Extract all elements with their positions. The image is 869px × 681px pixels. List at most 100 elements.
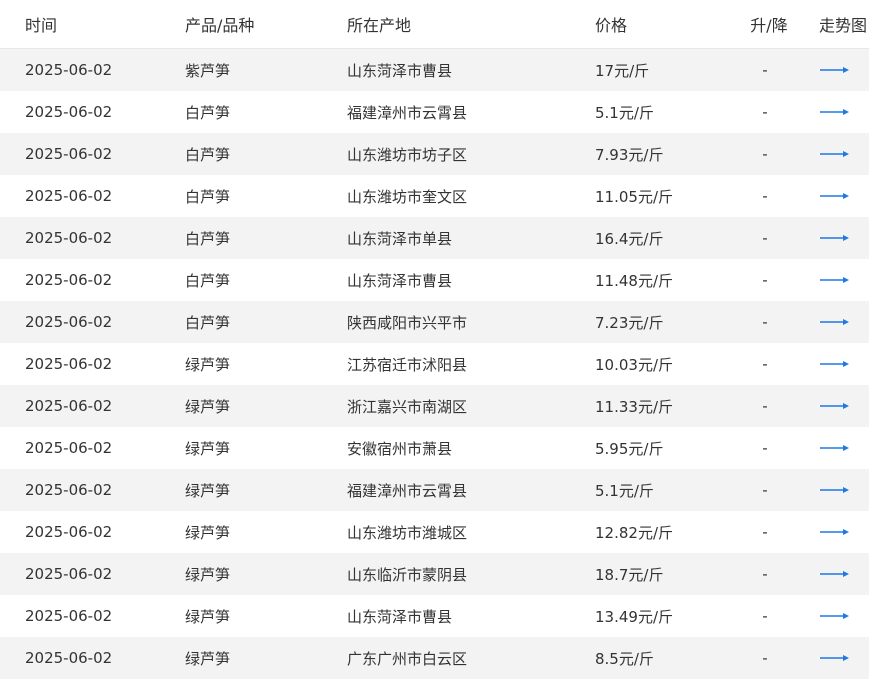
header-trend: 走势图 — [819, 0, 869, 49]
right-arrow-icon[interactable] — [819, 442, 851, 454]
cell-origin: 山东菏泽市曹县 — [347, 271, 453, 290]
cell-change: - — [762, 397, 768, 415]
right-arrow-icon[interactable] — [819, 274, 851, 286]
right-arrow-icon[interactable] — [819, 568, 851, 580]
cell-time: 2025-06-02 — [25, 271, 113, 289]
cell-trend — [819, 301, 869, 343]
right-arrow-icon[interactable] — [819, 610, 851, 622]
cell-trend — [819, 175, 869, 217]
cell-trend — [819, 637, 869, 679]
table-row: 2025-06-02 白芦笋 福建漳州市云霄县 5.1元/斤 - — [0, 91, 869, 133]
cell-change: - — [762, 145, 768, 163]
cell-origin: 浙江嘉兴市南湖区 — [347, 397, 468, 416]
header-origin: 所在产地 — [347, 0, 595, 49]
cell-price: 7.93元/斤 — [595, 145, 664, 164]
cell-product: 白芦笋 — [185, 271, 231, 290]
right-arrow-icon[interactable] — [819, 358, 851, 370]
table-row: 2025-06-02 绿芦笋 福建漳州市云霄县 5.1元/斤 - — [0, 469, 869, 511]
cell-price: 8.5元/斤 — [595, 649, 654, 668]
cell-price: 7.23元/斤 — [595, 313, 664, 332]
cell-time: 2025-06-02 — [25, 355, 113, 373]
table-row: 2025-06-02 绿芦笋 山东临沂市蒙阴县 18.7元/斤 - — [0, 553, 869, 595]
cell-product: 白芦笋 — [185, 229, 231, 248]
cell-time: 2025-06-02 — [25, 649, 113, 667]
right-arrow-icon[interactable] — [819, 652, 851, 664]
right-arrow-icon[interactable] — [819, 64, 851, 76]
table-row: 2025-06-02 绿芦笋 山东潍坊市潍城区 12.82元/斤 - — [0, 511, 869, 553]
cell-price: 5.95元/斤 — [595, 439, 664, 458]
cell-change: - — [762, 103, 768, 121]
cell-trend — [819, 553, 869, 595]
table-header-row: 时间 产品/品种 所在产地 价格 升/降 走势图 — [0, 0, 869, 49]
cell-time: 2025-06-02 — [25, 397, 113, 415]
cell-origin: 山东潍坊市潍城区 — [347, 523, 468, 542]
cell-price: 13.49元/斤 — [595, 607, 673, 626]
table-row: 2025-06-02 白芦笋 山东菏泽市曹县 11.48元/斤 - — [0, 259, 869, 301]
cell-change: - — [762, 649, 768, 667]
right-arrow-icon[interactable] — [819, 484, 851, 496]
right-arrow-icon[interactable] — [819, 106, 851, 118]
cell-product: 绿芦笋 — [185, 355, 231, 374]
cell-price: 18.7元/斤 — [595, 565, 664, 584]
cell-time: 2025-06-02 — [25, 481, 113, 499]
cell-price: 11.05元/斤 — [595, 187, 673, 206]
cell-change: - — [762, 187, 768, 205]
cell-time: 2025-06-02 — [25, 523, 113, 541]
cell-origin: 陕西咸阳市兴平市 — [347, 313, 468, 332]
cell-product: 绿芦笋 — [185, 481, 231, 500]
header-product: 产品/品种 — [185, 0, 347, 49]
right-arrow-icon[interactable] — [819, 190, 851, 202]
right-arrow-icon[interactable] — [819, 232, 851, 244]
cell-price: 16.4元/斤 — [595, 229, 664, 248]
cell-trend — [819, 91, 869, 133]
cell-trend — [819, 385, 869, 427]
header-change: 升/降 — [719, 0, 819, 49]
cell-product: 绿芦笋 — [185, 607, 231, 626]
cell-trend — [819, 427, 869, 469]
cell-product: 绿芦笋 — [185, 649, 231, 668]
price-table: 时间 产品/品种 所在产地 价格 升/降 走势图 2025-06-02 紫芦笋山东… — [0, 0, 869, 679]
cell-time: 2025-06-02 — [25, 565, 113, 583]
cell-trend — [819, 511, 869, 553]
cell-change: - — [762, 607, 768, 625]
cell-origin: 江苏宿迁市沭阳县 — [347, 355, 468, 374]
header-price: 价格 — [595, 0, 719, 49]
cell-price: 5.1元/斤 — [595, 481, 654, 500]
cell-price: 17元/斤 — [595, 61, 650, 80]
cell-time: 2025-06-02 — [25, 607, 113, 625]
table-row: 2025-06-02 绿芦笋 广东广州市白云区 8.5元/斤 - — [0, 637, 869, 679]
cell-trend — [819, 595, 869, 637]
cell-time: 2025-06-02 — [25, 439, 113, 457]
cell-time: 2025-06-02 — [25, 103, 113, 121]
cell-change: - — [762, 565, 768, 583]
cell-product: 紫芦笋 — [185, 61, 231, 80]
cell-product: 白芦笋 — [185, 313, 231, 332]
cell-price: 11.48元/斤 — [595, 271, 673, 290]
cell-price: 5.1元/斤 — [595, 103, 654, 122]
cell-time: 2025-06-02 — [25, 145, 113, 163]
right-arrow-icon[interactable] — [819, 526, 851, 538]
cell-price: 10.03元/斤 — [595, 355, 673, 374]
cell-product: 绿芦笋 — [185, 565, 231, 584]
cell-trend — [819, 259, 869, 301]
table-row: 2025-06-02 绿芦笋 江苏宿迁市沭阳县 10.03元/斤 - — [0, 343, 869, 385]
cell-origin: 山东菏泽市单县 — [347, 229, 453, 248]
right-arrow-icon[interactable] — [819, 316, 851, 328]
right-arrow-icon[interactable] — [819, 400, 851, 412]
cell-time: 2025-06-02 — [25, 229, 113, 247]
cell-origin: 山东潍坊市坊子区 — [347, 145, 468, 164]
cell-time: 2025-06-02 — [25, 187, 113, 205]
cell-change: - — [762, 61, 768, 79]
table-row: 2025-06-02 白芦笋 山东潍坊市坊子区 7.93元/斤 - — [0, 133, 869, 175]
right-arrow-icon[interactable] — [819, 148, 851, 160]
cell-trend — [819, 343, 869, 385]
cell-change: - — [762, 229, 768, 247]
table-row: 2025-06-02 绿芦笋 山东菏泽市曹县 13.49元/斤 - — [0, 595, 869, 637]
table-body: 2025-06-02 紫芦笋 山东菏泽市曹县 17元/斤 -2025-06-02 白芦笋福… — [0, 48, 869, 679]
cell-change: - — [762, 481, 768, 499]
cell-trend — [819, 217, 869, 259]
cell-product: 绿芦笋 — [185, 523, 231, 542]
cell-change: - — [762, 313, 768, 331]
cell-change: - — [762, 439, 768, 457]
table-row: 2025-06-02 绿芦笋 安徽宿州市萧县 5.95元/斤 - — [0, 427, 869, 469]
